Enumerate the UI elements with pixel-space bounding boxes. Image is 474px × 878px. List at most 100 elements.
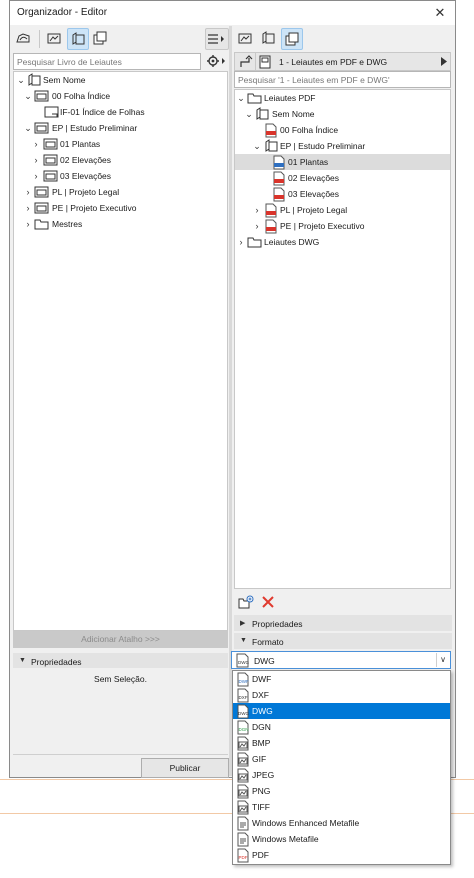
chevron-right-icon[interactable]: › (23, 186, 33, 198)
layout-book-icon (262, 31, 275, 44)
format-select[interactable]: DWG DWG ∨ (231, 651, 451, 669)
chevron-right-icon[interactable]: › (31, 154, 41, 166)
format-option[interactable]: PDF PDF (233, 847, 450, 863)
format-option[interactable]: DXF DXF (233, 687, 450, 703)
subset-folder-icon (34, 186, 49, 198)
publisher-set-selector[interactable]: 1 - Leiautes em PDF e DWG (234, 52, 451, 71)
chevron-down-icon[interactable]: ∨ (436, 653, 449, 667)
tree-item[interactable]: › 03 Elevações (14, 168, 227, 184)
format-option[interactable]: DWF DWF (233, 671, 450, 687)
triangle-right-icon (441, 57, 447, 66)
tree-item-label: 02 Elevações (288, 173, 340, 183)
folder-icon (34, 219, 49, 230)
chevron-right-icon[interactable]: › (252, 204, 262, 216)
chevron-down-icon[interactable]: ⌄ (23, 90, 33, 102)
dwg-file-icon (273, 155, 285, 170)
tree-item[interactable]: ⌄ Sem Nome (14, 72, 227, 88)
tree-item-label: 03 Elevações (288, 189, 340, 199)
publisher-sets-icon (285, 32, 299, 46)
layout-book-button[interactable] (258, 28, 280, 50)
tree-item[interactable]: › PL | Projeto Legal (235, 202, 450, 218)
chevron-right-icon[interactable]: › (252, 220, 262, 232)
pdf-file-icon (273, 171, 285, 186)
format-header[interactable]: ▼ Formato (234, 633, 452, 649)
book-icon (265, 139, 278, 152)
subset-folder-icon (34, 122, 49, 134)
tree-item[interactable]: 01 Plantas (235, 154, 450, 170)
tree-item[interactable]: 02 Elevações (235, 170, 450, 186)
publisher-sets-icon (93, 31, 107, 45)
format-option[interactable]: DGN DGN (233, 719, 450, 735)
chevron-down-icon[interactable]: ⌄ (16, 74, 26, 86)
tree-item[interactable]: ⌄ EP | Estudo Preliminar (235, 138, 450, 154)
delete-icon (262, 596, 274, 608)
triangle-right-icon: ▶ (240, 620, 246, 627)
format-option-label: TIFF (252, 802, 270, 812)
close-icon[interactable]: ✕ (431, 4, 449, 22)
tree-item[interactable]: › PL | Projeto Legal (14, 184, 227, 200)
format-option-label: Windows Enhanced Metafile (252, 818, 360, 828)
project-map-button[interactable] (13, 28, 35, 50)
publisher-sets-button[interactable] (281, 28, 303, 50)
view-map-icon (47, 33, 61, 44)
new-folder-button[interactable] (235, 592, 257, 614)
view-map-button[interactable] (235, 28, 257, 50)
tree-item[interactable]: ⌄ Sem Nome (235, 106, 450, 122)
add-shortcut-button[interactable]: Adicionar Atalho >>> (13, 631, 228, 648)
format-option[interactable]: GIF (233, 751, 450, 767)
publish-button[interactable]: Publicar (141, 758, 229, 778)
search-options-button[interactable] (204, 52, 229, 71)
format-option[interactable]: PNG (233, 783, 450, 799)
tree-item[interactable]: › PE | Projeto Executivo (14, 200, 227, 216)
tree-item[interactable]: › PE | Projeto Executivo (235, 218, 450, 234)
book-icon (28, 73, 41, 86)
tree-item[interactable]: 03 Elevações (235, 186, 450, 202)
format-option[interactable]: Windows Enhanced Metafile (233, 815, 450, 831)
format-option-selected[interactable]: DWG DWG (233, 703, 450, 719)
format-option-label: BMP (252, 738, 271, 748)
format-option[interactable]: BMP (233, 735, 450, 751)
hamburger-icon (208, 34, 224, 44)
format-option[interactable]: JPEG (233, 767, 450, 783)
window-title: Organizador - Editor (17, 7, 108, 18)
up-level-icon (240, 55, 253, 67)
view-map-button[interactable] (44, 28, 66, 50)
chevron-down-icon[interactable]: ⌄ (244, 108, 254, 120)
delete-button[interactable] (258, 592, 280, 614)
tree-item[interactable]: 00 Folha Índice (235, 122, 450, 138)
tree-item[interactable]: ⌄ 00 Folha Índice (14, 88, 227, 104)
tree-item[interactable]: ⌄ Leiautes PDF (235, 90, 450, 106)
tree-item-label: PE | Projeto Executivo (280, 221, 365, 231)
right-properties-header[interactable]: ▶ Propriedades (234, 615, 452, 631)
format-dropdown-list: DWF DWF DXF DXF DWG DWG DGN DGN BMP GIF … (232, 670, 451, 865)
format-option-label: DGN (252, 722, 271, 732)
left-properties-header[interactable]: ▼ Propriedades (13, 653, 228, 668)
tree-item[interactable]: ⌄ EP | Estudo Preliminar (14, 120, 227, 136)
format-select-value: DWG (254, 656, 275, 666)
tree-item[interactable]: › 01 Plantas (14, 136, 227, 152)
tree-item[interactable]: › Leiautes DWG (235, 234, 450, 250)
tree-item[interactable]: › Mestres (14, 216, 227, 232)
format-option[interactable]: TIFF (233, 799, 450, 815)
chevron-down-icon[interactable]: ⌄ (236, 92, 246, 104)
tree-item[interactable]: › 02 Elevações (14, 152, 227, 168)
title-bar: Organizador - Editor ✕ (10, 1, 455, 25)
chevron-right-icon[interactable]: › (23, 202, 33, 214)
format-option-label: DWG (252, 706, 273, 716)
svg-text:DXF: DXF (239, 695, 248, 700)
left-search-input[interactable]: Pesquisar Livro de Leiautes (13, 53, 201, 70)
publisher-sets-button[interactable] (90, 28, 112, 50)
chevron-down-icon[interactable]: ⌄ (23, 122, 33, 134)
image-file-icon (237, 768, 249, 783)
right-search-input[interactable]: Pesquisar '1 - Leiautes em PDF e DWG' (234, 71, 451, 88)
chevron-right-icon[interactable]: › (236, 236, 246, 248)
chevron-right-icon[interactable]: › (31, 138, 41, 150)
layout-book-button[interactable] (67, 28, 89, 50)
tree-item[interactable]: IF-01 Índice de Folhas (14, 104, 227, 120)
chevron-right-icon[interactable]: › (31, 170, 41, 182)
menu-button[interactable] (205, 28, 229, 50)
chevron-down-icon[interactable]: ⌄ (252, 140, 262, 152)
chevron-right-icon[interactable]: › (23, 218, 33, 230)
svg-text:DWF: DWF (239, 679, 249, 684)
format-option[interactable]: Windows Metafile (233, 831, 450, 847)
